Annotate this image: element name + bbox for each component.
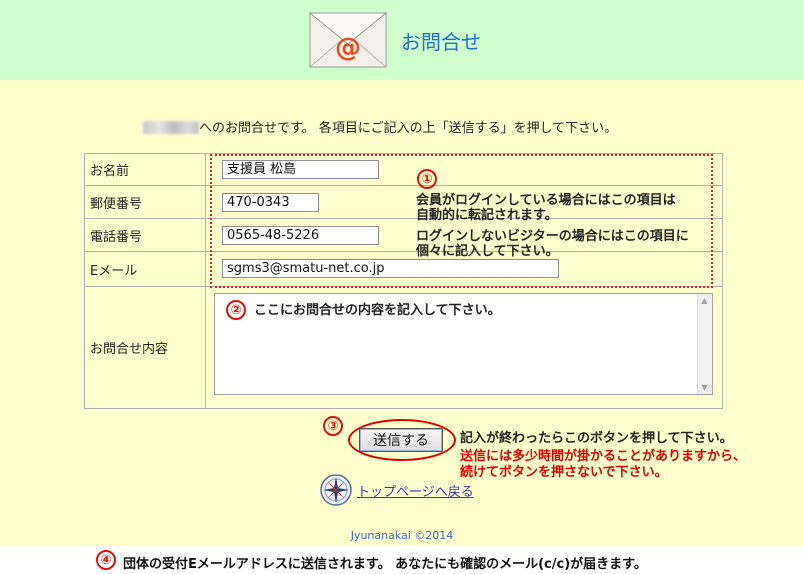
annotation-3-warning-line1: 送信には多少時間が掛かることがありますから、 [460, 449, 747, 464]
annotation-3-text: 記入が終わったらこのボタンを押して下さい。 [460, 431, 733, 446]
annotation-1-line4: 個々に記入して下さい。 [416, 244, 559, 259]
annotation-3-warning-line2: 続けてボタンを押さないで下さい。 [460, 465, 668, 480]
svg-text:@: @ [335, 33, 361, 63]
postal-label: 郵便番号 [85, 186, 206, 218]
page-title: お問合せ [401, 30, 481, 54]
blurred-organization-name [143, 121, 199, 134]
annotation-1-line2: 自動的に転記されます。 [416, 208, 558, 223]
submit-button[interactable]: 送信する [359, 428, 443, 452]
compass-icon[interactable] [320, 474, 352, 506]
scroll-down-icon[interactable]: ▼ [700, 383, 709, 392]
textarea-scrollbar[interactable]: ▲ ▼ [697, 294, 712, 394]
annotation-2-number: ② [226, 300, 246, 320]
intro-text: へのお問合せです。 各項目にご記入の上「送信する」を押して下さい。 [143, 117, 617, 136]
annotation-2-text: ここにお問合せの内容を記入して下さい。 [254, 303, 501, 318]
bottom-note-bar: ④ 団体の受付Eメールアドレスに送信されます。 あなたにも確認のメール(c/c)… [0, 546, 804, 574]
annotation-1-line1: 会員がログインしている場合にはこの項目は [416, 193, 676, 208]
copyright: Jyunanakai ©2014 [350, 529, 454, 542]
inquiry-label: お問合せ内容 [85, 287, 206, 408]
annotation-1-line3: ログインしないビジターの場合にはこの項目に [416, 229, 689, 244]
annotation-1-number: ① [417, 169, 437, 189]
header: @ お問合せ [0, 0, 804, 80]
annotation-3-number: ③ [323, 416, 343, 436]
phone-label: 電話番号 [85, 219, 206, 251]
main-content: へのお問合せです。 各項目にご記入の上「送信する」を押して下さい。 お名前 支援… [0, 80, 804, 546]
scroll-up-icon[interactable]: ▲ [700, 296, 709, 305]
name-label: お名前 [85, 154, 206, 185]
intro-message: へのお問合せです。 各項目にご記入の上「送信する」を押して下さい。 [199, 121, 618, 136]
email-label: Eメール [85, 252, 206, 286]
annotation-4-number: ④ [96, 550, 116, 570]
top-page-link[interactable]: トップページへ戻る [357, 481, 474, 500]
mail-envelope-icon: @ [309, 12, 387, 68]
annotation-4-text: 団体の受付Eメールアドレスに送信されます。 あなたにも確認のメール(c/c)が届… [123, 557, 647, 572]
